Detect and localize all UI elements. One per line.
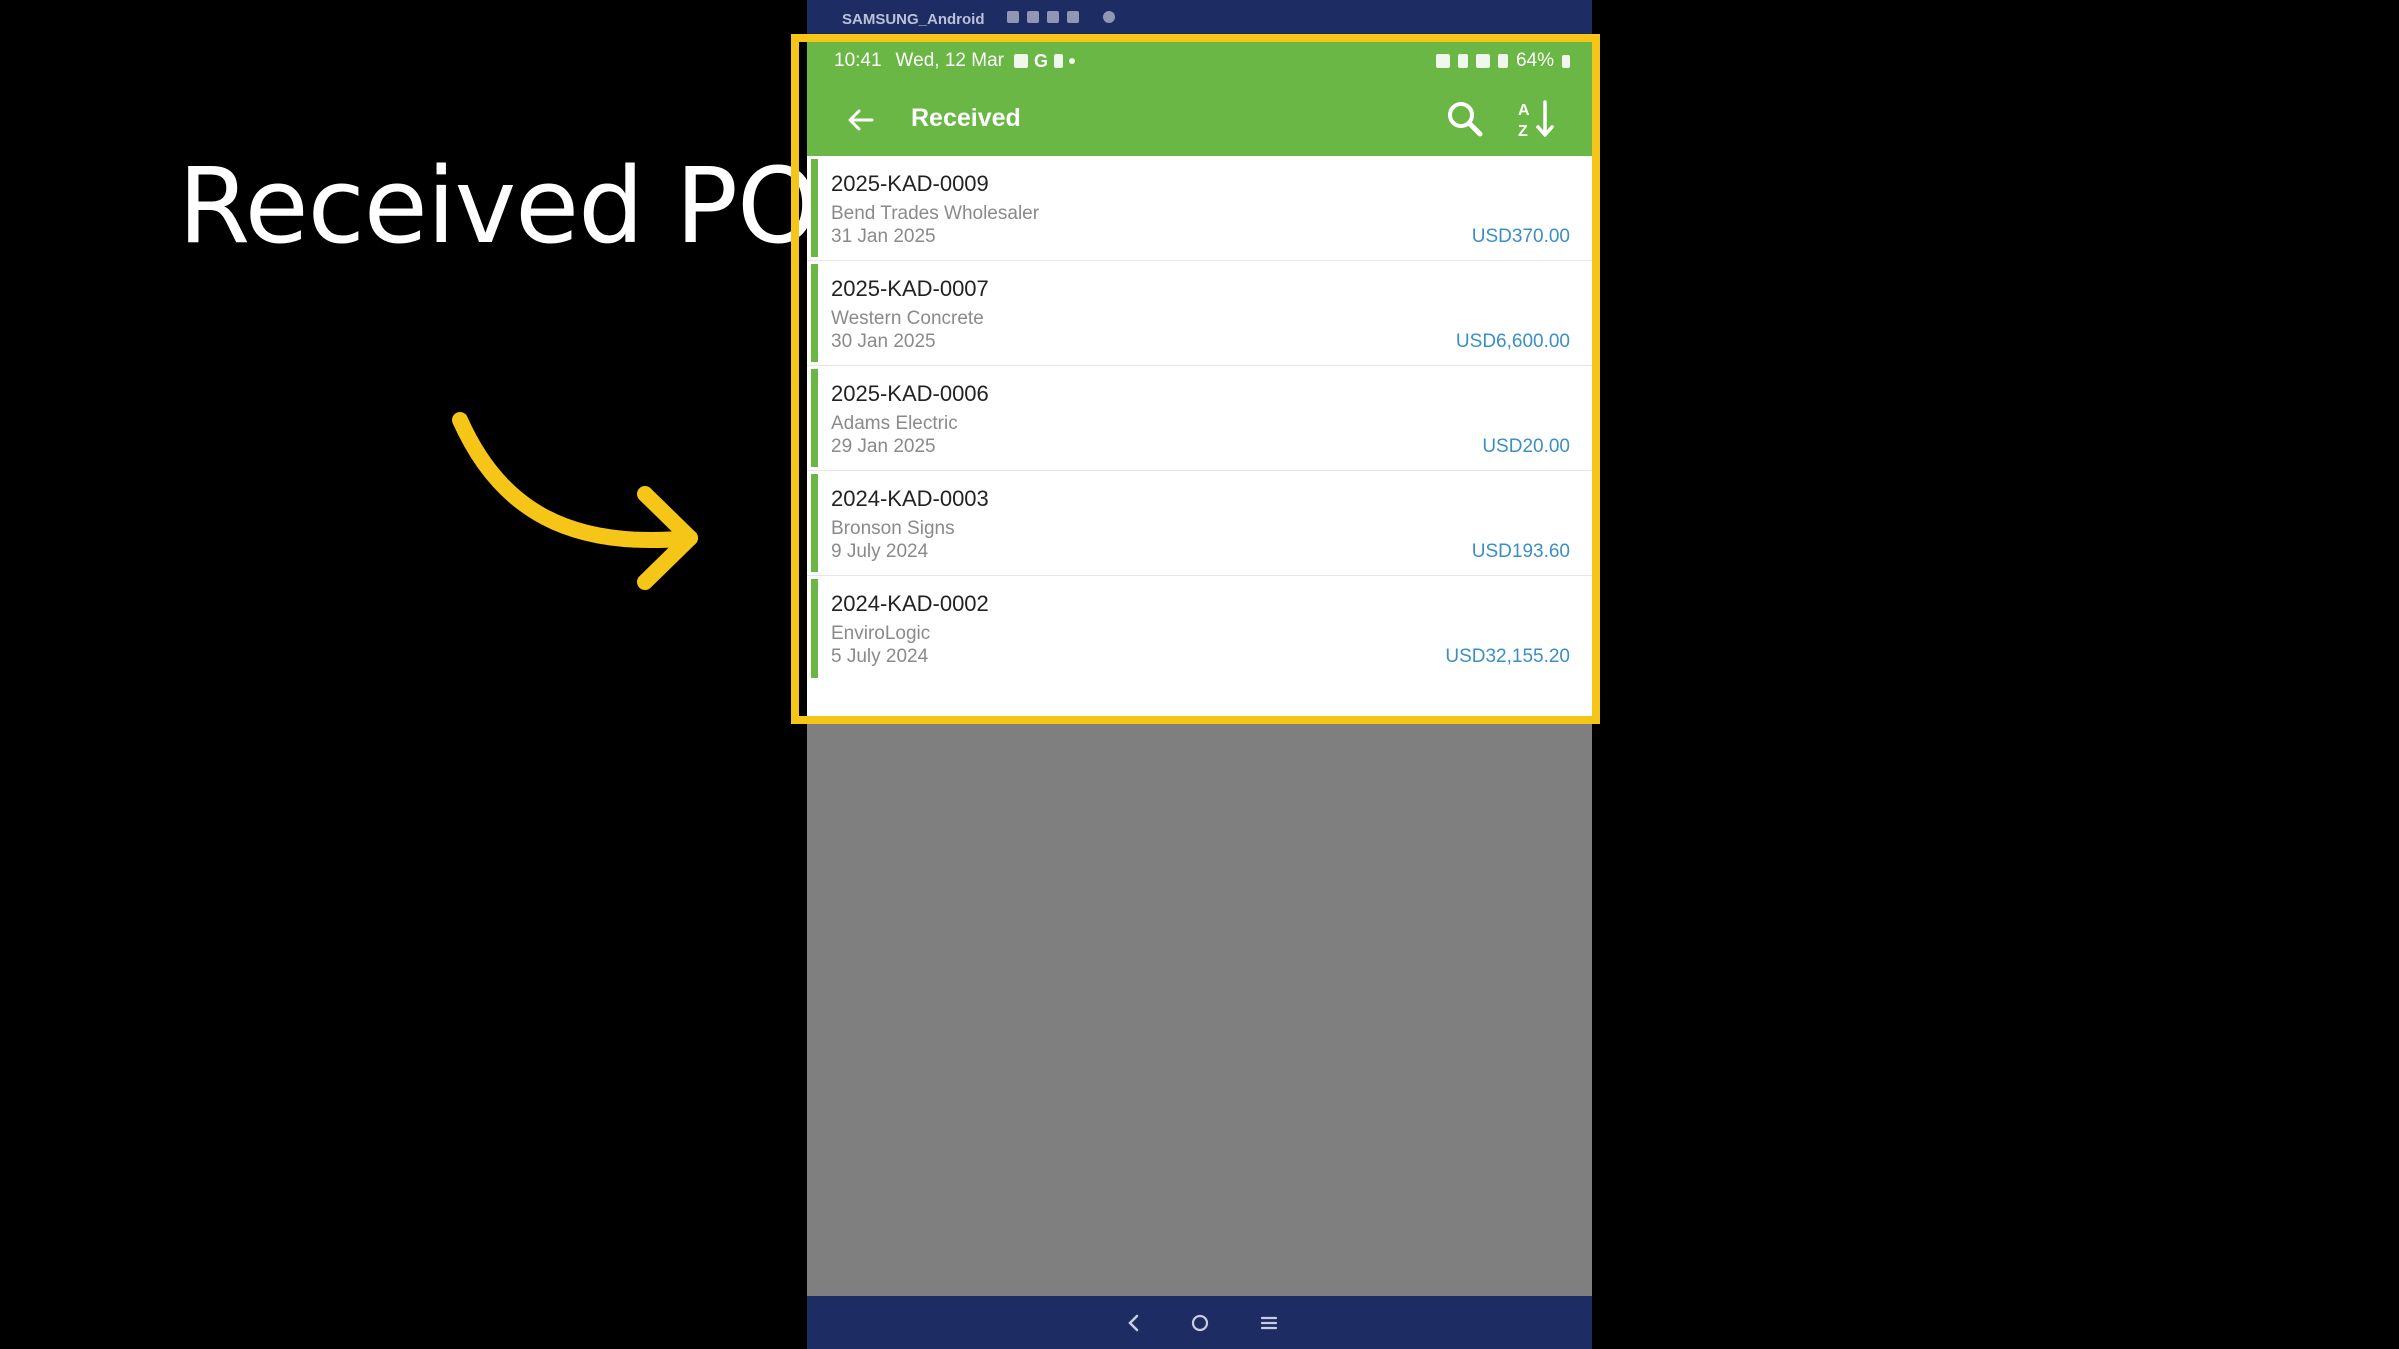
- sort-az-icon[interactable]: A Z: [1512, 94, 1562, 144]
- location-icon: [1457, 54, 1468, 68]
- headline-received-pos: Received POs: [178, 145, 872, 267]
- gear-icon[interactable]: [1103, 11, 1115, 23]
- status-indicator: [811, 264, 818, 362]
- back-arrow-icon[interactable]: [839, 98, 883, 142]
- search-icon[interactable]: [1442, 96, 1488, 142]
- po-amount: USD370.00: [1471, 226, 1570, 247]
- svg-text:Z: Z: [1518, 123, 1528, 140]
- curved-arrow-icon: [452, 412, 698, 590]
- po-date: 9 July 2024: [831, 541, 929, 562]
- app-bar: 10:41 Wed, 12 Mar G 64% Received A Z: [807, 42, 1592, 156]
- status-indicator: [811, 474, 818, 572]
- purchase-order-row[interactable]: 2024-KAD-0002 EnviroLogic 5 July 2024 US…: [807, 576, 1592, 681]
- home-nav-icon[interactable]: [1185, 1308, 1215, 1338]
- page-title: Received: [911, 104, 1021, 132]
- signal-icon: [1497, 54, 1508, 68]
- recents-nav-icon[interactable]: [1254, 1308, 1284, 1338]
- status-indicator: [811, 159, 818, 257]
- po-vendor: Bronson Signs: [831, 518, 955, 539]
- status-bar: 10:41 Wed, 12 Mar G 64%: [834, 46, 1570, 76]
- po-vendor: Adams Electric: [831, 413, 958, 434]
- battery-level: 64%: [1515, 50, 1554, 71]
- device-title-bar: SAMSUNG_Android: [807, 0, 1592, 40]
- toolbar: Received A Z: [807, 86, 1592, 152]
- notification-dot-icon: [1068, 58, 1075, 64]
- wifi-icon: [1475, 54, 1490, 68]
- status-indicator: [811, 579, 818, 678]
- purchase-order-row[interactable]: 2025-KAD-0006 Adams Electric 29 Jan 2025…: [807, 366, 1592, 471]
- po-date: 31 Jan 2025: [831, 226, 936, 247]
- po-number: 2024-KAD-0003: [831, 486, 989, 511]
- status-time: 10:41: [834, 50, 882, 71]
- po-date: 29 Jan 2025: [831, 436, 936, 457]
- po-amount: USD32,155.20: [1445, 646, 1570, 667]
- po-date: 30 Jan 2025: [831, 331, 936, 352]
- po-number: 2025-KAD-0007: [831, 276, 989, 301]
- mute-icon: [1435, 54, 1450, 68]
- google-icon: G: [1033, 50, 1048, 71]
- po-vendor: EnviroLogic: [831, 623, 931, 644]
- po-amount: USD20.00: [1482, 436, 1570, 457]
- po-number: 2025-KAD-0009: [831, 171, 989, 196]
- person-icon: [1053, 54, 1063, 68]
- back-nav-icon[interactable]: [1119, 1308, 1149, 1338]
- video-icon[interactable]: [1027, 11, 1039, 23]
- purchase-order-list: 2025-KAD-0009 Bend Trades Wholesaler 31 …: [807, 156, 1592, 720]
- po-amount: USD6,600.00: [1455, 331, 1570, 352]
- camera-icon[interactable]: [1007, 11, 1019, 23]
- status-indicator: [811, 369, 818, 467]
- po-date: 5 July 2024: [831, 646, 929, 667]
- system-nav-bar: [807, 1296, 1592, 1349]
- purchase-order-row[interactable]: 2025-KAD-0009 Bend Trades Wholesaler 31 …: [807, 156, 1592, 261]
- svg-text:A: A: [1518, 102, 1530, 119]
- fullscreen-icon[interactable]: [1067, 11, 1079, 23]
- battery-icon: [1562, 54, 1570, 68]
- po-amount: USD193.60: [1471, 541, 1570, 562]
- headset-icon[interactable]: [1047, 11, 1059, 23]
- po-number: 2025-KAD-0006: [831, 381, 989, 406]
- po-number: 2024-KAD-0002: [831, 591, 989, 616]
- purchase-order-row[interactable]: 2025-KAD-0007 Western Concrete 30 Jan 20…: [807, 261, 1592, 366]
- status-date: Wed, 12 Mar: [895, 50, 1004, 71]
- po-vendor: Western Concrete: [831, 308, 984, 329]
- purchase-order-row[interactable]: 2024-KAD-0003 Bronson Signs 9 July 2024 …: [807, 471, 1592, 576]
- device-name: SAMSUNG_Android: [842, 11, 985, 28]
- po-vendor: Bend Trades Wholesaler: [831, 203, 1040, 224]
- gallery-icon: [1013, 54, 1028, 68]
